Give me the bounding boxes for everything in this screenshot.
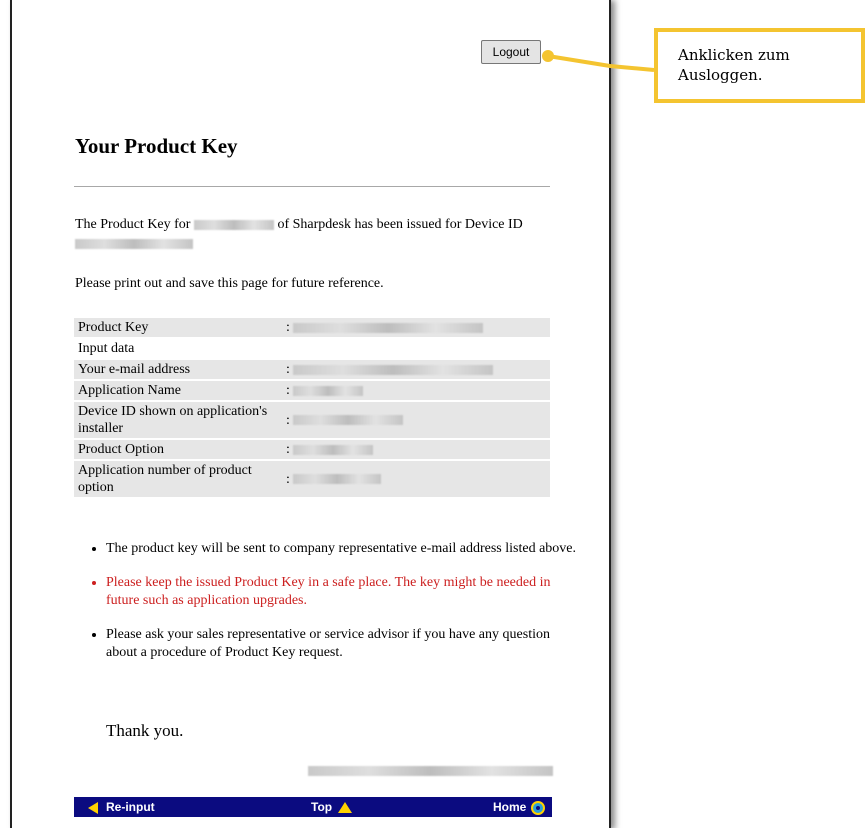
table-row: Input data	[74, 339, 550, 358]
row-value: :	[282, 440, 550, 459]
table-row: Your e-mail address :	[74, 360, 550, 379]
reinput-label: Re-input	[106, 800, 155, 814]
intro-text-2: of Sharpdesk has been issued for Device …	[277, 217, 523, 232]
reinput-link[interactable]: Re-input	[88, 799, 155, 815]
row-value	[282, 339, 550, 358]
redacted-device-id	[75, 238, 193, 249]
intro-paragraph: The Product Key for of Sharpdesk has bee…	[75, 215, 555, 253]
row-value: :	[282, 381, 550, 400]
arrow-up-icon	[338, 802, 353, 814]
row-label: Product Key	[74, 318, 282, 337]
row-value: :	[282, 318, 550, 337]
redacted-value	[293, 364, 494, 375]
top-link[interactable]: Top	[311, 799, 353, 815]
list-item: Please ask your sales representative or …	[106, 626, 576, 662]
redacted-value	[293, 444, 374, 455]
product-key-table: Product Key : Input data Your e-mail add…	[74, 316, 550, 499]
arrow-left-icon	[88, 801, 98, 814]
intro-text-1: The Product Key for	[75, 217, 191, 232]
row-value: :	[282, 402, 550, 438]
table-row: Product Option :	[74, 440, 550, 459]
row-label: Application number of product option	[74, 461, 282, 497]
home-label: Home	[493, 800, 527, 814]
table-row: Application number of product option :	[74, 461, 550, 497]
thank-you-text: Thank you.	[106, 721, 184, 740]
row-label: Application Name	[74, 381, 282, 400]
bottom-nav-bar: Re-input Top Home	[74, 797, 552, 817]
row-label: Product Option	[74, 440, 282, 459]
row-value: :	[282, 461, 550, 497]
redacted-value	[293, 322, 484, 333]
logout-button[interactable]: Logout	[481, 40, 541, 64]
row-label: Your e-mail address	[74, 360, 282, 379]
row-value: :	[282, 360, 550, 379]
redacted-application	[193, 219, 274, 230]
list-item-warning: Please keep the issued Product Key in a …	[106, 574, 576, 610]
redacted-value	[293, 474, 382, 485]
callout-box: Anklicken zum Ausloggen.	[654, 28, 865, 103]
row-label: Input data	[78, 341, 135, 356]
print-note: Please print out and save this page for …	[75, 276, 384, 291]
redacted-value	[293, 385, 364, 396]
redacted-value	[293, 415, 404, 426]
top-label: Top	[311, 800, 333, 814]
notes-list: The product key will be sent to company …	[88, 540, 576, 678]
divider	[74, 186, 550, 187]
row-label: Device ID shown on application's install…	[74, 402, 282, 438]
list-item: The product key will be sent to company …	[106, 540, 576, 558]
home-link[interactable]: Home	[493, 799, 546, 815]
callout-text: Anklicken zum Ausloggen.	[678, 46, 790, 84]
table-row: Application Name :	[74, 381, 550, 400]
table-row: Product Key :	[74, 318, 550, 337]
page-title: Your Product Key	[75, 134, 238, 158]
redacted-signature	[308, 762, 553, 780]
home-icon	[531, 800, 546, 815]
table-row: Device ID shown on application's install…	[74, 402, 550, 438]
